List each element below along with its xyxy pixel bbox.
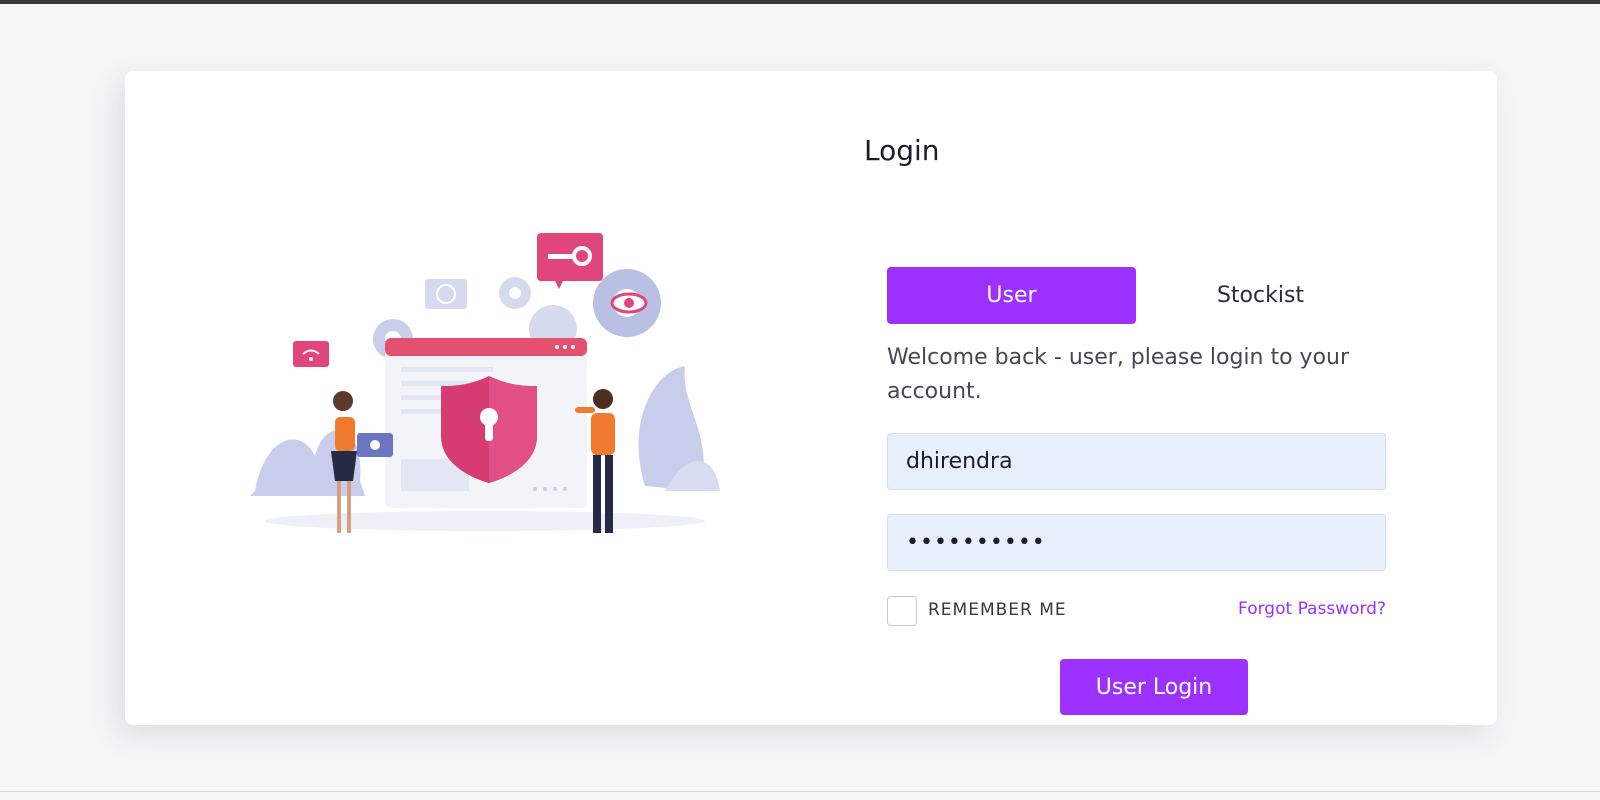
window-top-edge [0,0,1600,4]
security-illustration [250,233,720,533]
login-type-tabs: User Stockist [887,267,1386,324]
remember-row: REMEMBER ME Forgot Password? [887,595,1386,627]
forgot-password-link[interactable]: Forgot Password? [1238,599,1386,619]
login-title: Login [864,134,940,167]
login-panel: Login User Stockist Welcome back - user,… [864,131,1386,715]
welcome-message: Welcome back - user, please login to you… [887,345,1350,404]
tab-user[interactable]: User [887,267,1136,324]
login-card: Login User Stockist Welcome back - user,… [125,71,1497,725]
tab-stockist[interactable]: Stockist [1136,267,1385,324]
username-input[interactable] [887,433,1386,490]
password-input[interactable] [887,514,1386,571]
user-login-button[interactable]: User Login [1060,659,1248,715]
remember-me-checkbox[interactable] [887,596,917,626]
window-bottom-edge [0,791,1600,792]
remember-me-label[interactable]: REMEMBER ME [928,600,1067,620]
